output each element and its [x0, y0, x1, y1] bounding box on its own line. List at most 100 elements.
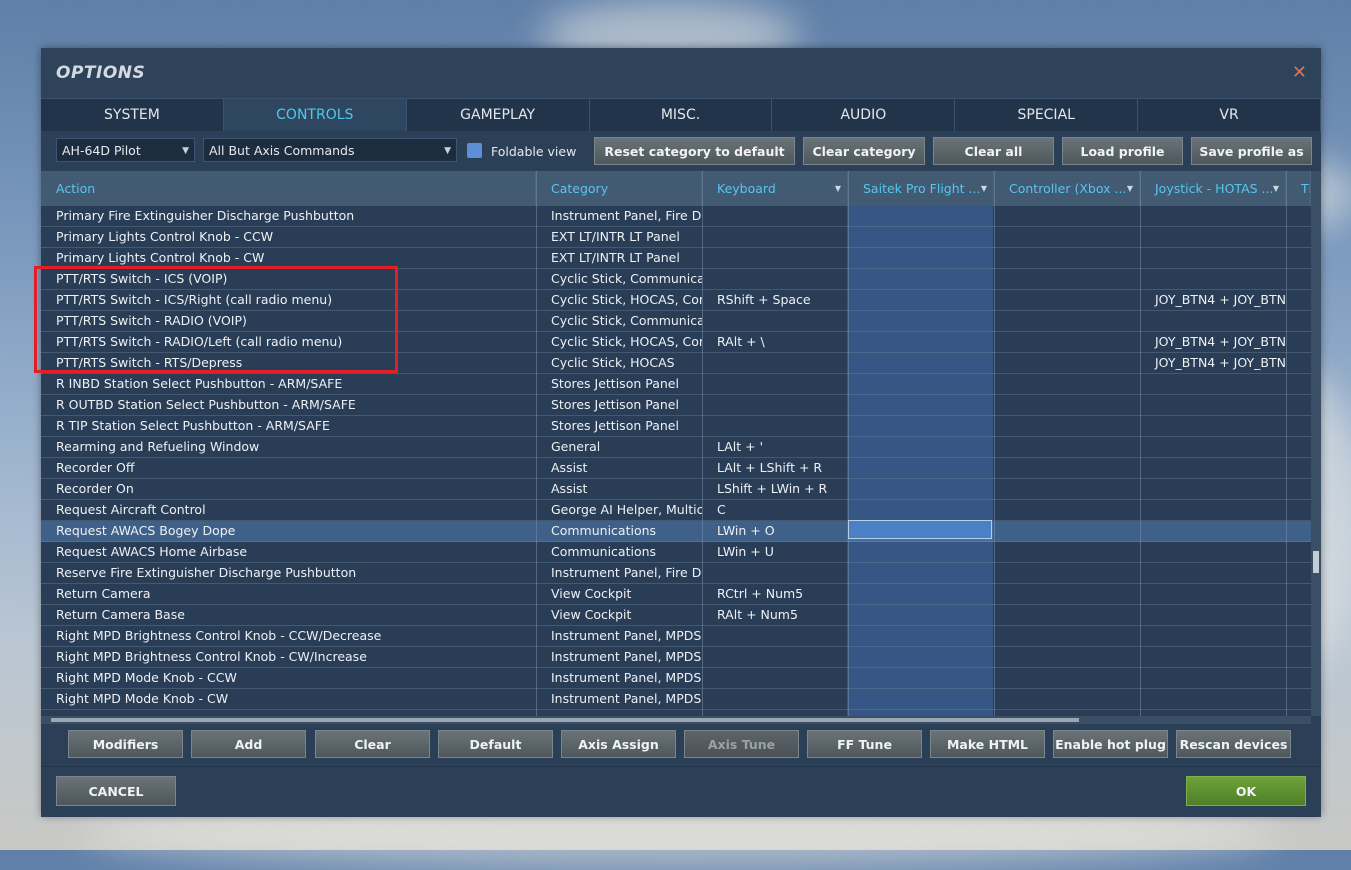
joystick-cell[interactable]	[1140, 416, 1286, 436]
joystick-cell[interactable]	[1140, 647, 1286, 667]
joystick-cell[interactable]	[1140, 668, 1286, 688]
add-button[interactable]: Add	[191, 730, 306, 758]
category-cell[interactable]: Instrument Panel, Fire Det	[536, 206, 702, 226]
load-profile-button[interactable]: Load profile	[1062, 137, 1183, 165]
keyboard-cell[interactable]: LAlt + LShift + R	[702, 458, 848, 478]
action-cell[interactable]: Right MPD Mode Knob - CCW	[41, 668, 536, 688]
category-cell[interactable]: View Cockpit	[536, 605, 702, 625]
table-row[interactable]: Reserve Fire Extinguisher Discharge Push…	[41, 563, 1311, 584]
table-row[interactable]: Right MPD Brightness Control Knob - CW/I…	[41, 647, 1311, 668]
category-cell[interactable]: Cyclic Stick, HOCAS, Comi	[536, 332, 702, 352]
action-cell[interactable]: Right MPD Mode Knob - CW	[41, 689, 536, 709]
vertical-scroll-thumb[interactable]	[1313, 551, 1319, 573]
action-cell[interactable]: R OUTBD Station Select Pushbutton - ARM/…	[41, 395, 536, 415]
table-row[interactable]: Primary Lights Control Knob - CCW EXT LT/…	[41, 227, 1311, 248]
keyboard-cell[interactable]	[702, 668, 848, 688]
category-cell[interactable]: Communications	[536, 542, 702, 562]
category-cell[interactable]: Instrument Panel, MPDS	[536, 689, 702, 709]
tab-vr[interactable]: VR	[1138, 98, 1322, 131]
table-row[interactable]: R TIP Station Select Pushbutton - ARM/SA…	[41, 416, 1311, 437]
keyboard-cell[interactable]: LAlt + '	[702, 437, 848, 457]
category-cell[interactable]: Cyclic Stick, HOCAS, Comi	[536, 290, 702, 310]
keyboard-cell[interactable]	[702, 227, 848, 247]
joystick-cell[interactable]	[1140, 458, 1286, 478]
joystick-cell[interactable]	[1140, 479, 1286, 499]
column-header-keyboard[interactable]: Keyboard ▼	[702, 171, 848, 206]
category-cell[interactable]: Cyclic Stick, HOCAS	[536, 353, 702, 373]
table-row[interactable]: Right MPD Mode Knob - CW Instrument Panel…	[41, 689, 1311, 710]
cancel-button[interactable]: CANCEL	[56, 776, 176, 806]
tab-audio[interactable]: AUDIO	[772, 98, 956, 131]
action-cell[interactable]: Request Aircraft Control	[41, 500, 536, 520]
horizontal-scroll-thumb[interactable]	[51, 718, 1079, 722]
action-cell[interactable]: Right MPD Brightness Control Knob - CCW/…	[41, 626, 536, 646]
table-row[interactable]: Right MPD Mode Knob - CCW Instrument Pane…	[41, 668, 1311, 689]
table-row[interactable]: Recorder On Assist LShift + LWin + R	[41, 479, 1311, 500]
action-cell[interactable]: Request AWACS Bogey Dope	[41, 521, 536, 541]
keyboard-cell[interactable]	[702, 311, 848, 331]
table-row[interactable]: Primary Fire Extinguisher Discharge Push…	[41, 206, 1311, 227]
joystick-cell[interactable]: JOY_BTN4 + JOY_BTN1	[1140, 332, 1286, 352]
keyboard-cell[interactable]: LShift + LWin + R	[702, 479, 848, 499]
tab-misc[interactable]: MISC.	[589, 98, 773, 131]
action-cell[interactable]: Right MPD Brightness Control Knob - CW/I…	[41, 647, 536, 667]
joystick-cell[interactable]	[1140, 248, 1286, 268]
joystick-cell[interactable]	[1140, 269, 1286, 289]
axis-assign-button[interactable]: Axis Assign	[561, 730, 676, 758]
table-row[interactable]: R OUTBD Station Select Pushbutton - ARM/…	[41, 395, 1311, 416]
category-cell[interactable]: Stores Jettison Panel	[536, 395, 702, 415]
joystick-cell[interactable]	[1140, 500, 1286, 520]
column-header-joystick[interactable]: Joystick - HOTAS ... ▼	[1140, 171, 1286, 206]
category-cell[interactable]: Cyclic Stick, Communicatio	[536, 269, 702, 289]
category-select[interactable]: All But Axis Commands ▼	[203, 138, 457, 162]
tab-gameplay[interactable]: GAMEPLAY	[406, 98, 590, 131]
clear-category-button[interactable]: Clear category	[803, 137, 925, 165]
action-cell[interactable]: Recorder On	[41, 479, 536, 499]
keyboard-cell[interactable]	[702, 374, 848, 394]
table-row[interactable]: Rearming and Refueling Window General LAlt…	[41, 437, 1311, 458]
category-cell[interactable]: Instrument Panel, MPDS	[536, 647, 702, 667]
action-cell[interactable]: Recorder Off	[41, 458, 536, 478]
keyboard-cell[interactable]	[702, 395, 848, 415]
category-cell[interactable]: EXT LT/INTR LT Panel	[536, 248, 702, 268]
action-cell[interactable]: R TIP Station Select Pushbutton - ARM/SA…	[41, 416, 536, 436]
table-row[interactable]: Request Aircraft Control George AI Helper…	[41, 500, 1311, 521]
joystick-cell[interactable]	[1140, 563, 1286, 583]
ok-button[interactable]: OK	[1186, 776, 1306, 806]
reset-category-button[interactable]: Reset category to default	[594, 137, 795, 165]
keyboard-cell[interactable]	[702, 248, 848, 268]
joystick-cell[interactable]: JOY_BTN4 + JOY_BTN1	[1140, 353, 1286, 373]
column-header-extra[interactable]: Th	[1286, 171, 1311, 206]
keyboard-cell[interactable]	[702, 563, 848, 583]
tab-special[interactable]: SPECIAL	[955, 98, 1139, 131]
keyboard-cell[interactable]: LWin + U	[702, 542, 848, 562]
clear-all-button[interactable]: Clear all	[933, 137, 1054, 165]
keyboard-cell[interactable]: RAlt + \	[702, 332, 848, 352]
category-cell[interactable]: Stores Jettison Panel	[536, 374, 702, 394]
aircraft-select[interactable]: AH-64D Pilot ▼	[56, 138, 195, 162]
category-cell[interactable]: Communications	[536, 521, 702, 541]
table-row[interactable]: Request AWACS Bogey Dope Communications LW…	[41, 521, 1311, 542]
make-html-button[interactable]: Make HTML	[930, 730, 1045, 758]
joystick-cell[interactable]	[1140, 227, 1286, 247]
category-cell[interactable]: George AI Helper, Multicre	[536, 500, 702, 520]
action-cell[interactable]: Return Camera Base	[41, 605, 536, 625]
joystick-cell[interactable]	[1140, 206, 1286, 226]
action-cell[interactable]: Primary Lights Control Knob - CW	[41, 248, 536, 268]
keyboard-cell[interactable]	[702, 269, 848, 289]
action-cell[interactable]: Request AWACS Home Airbase	[41, 542, 536, 562]
column-header-category[interactable]: Category	[536, 171, 702, 206]
default-button[interactable]: Default	[438, 730, 553, 758]
keyboard-cell[interactable]: RShift + Space	[702, 290, 848, 310]
action-cell[interactable]: R INBD Station Select Pushbutton - ARM/S…	[41, 374, 536, 394]
category-cell[interactable]: View Cockpit	[536, 584, 702, 604]
table-row[interactable]: Request AWACS Home Airbase Communications…	[41, 542, 1311, 563]
foldable-view-checkbox[interactable]	[467, 143, 482, 158]
category-cell[interactable]: Assist	[536, 458, 702, 478]
category-cell[interactable]: Instrument Panel, Fire Det	[536, 563, 702, 583]
table-row[interactable]: R INBD Station Select Pushbutton - ARM/S…	[41, 374, 1311, 395]
tab-system[interactable]: SYSTEM	[41, 98, 224, 131]
vertical-scrollbar[interactable]	[1311, 171, 1321, 716]
joystick-cell[interactable]: JOY_BTN4 + JOY_BTN1	[1140, 290, 1286, 310]
modifiers-button[interactable]: Modifiers	[68, 730, 183, 758]
